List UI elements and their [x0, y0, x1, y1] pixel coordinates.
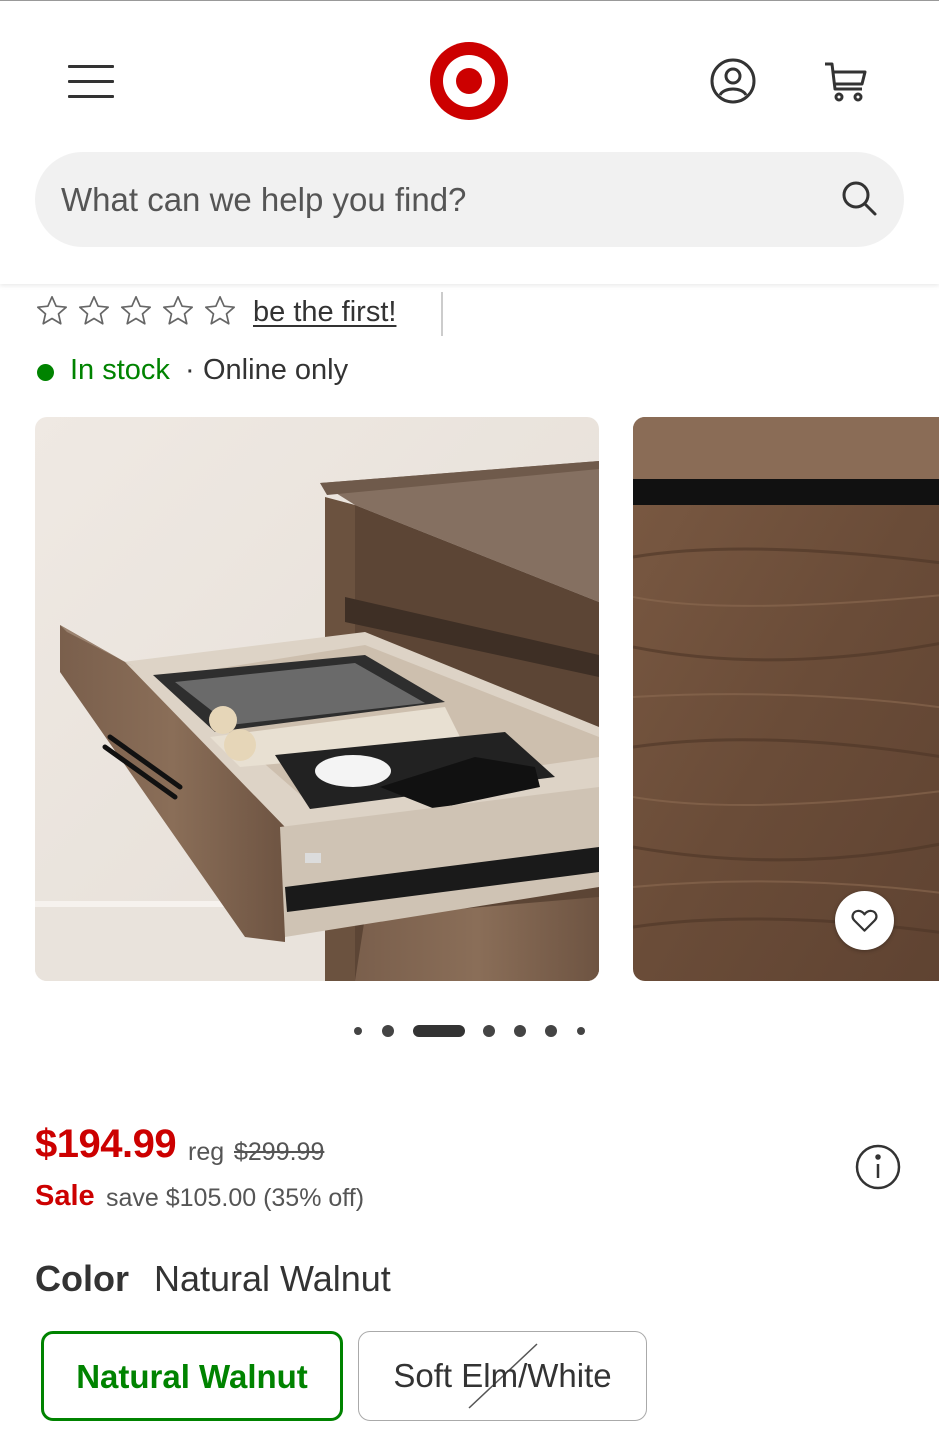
stock-status-text: In stock	[70, 354, 170, 386]
carousel-dot[interactable]	[577, 1027, 585, 1035]
search-bar[interactable]	[35, 152, 904, 247]
stock-separator: ·	[185, 354, 195, 386]
header	[0, 0, 939, 284]
selected-color: Natural Walnut	[154, 1258, 391, 1299]
availability-text: Online only	[203, 354, 349, 386]
carousel-indicator[interactable]	[350, 1020, 590, 1042]
carousel-dot[interactable]	[382, 1025, 394, 1037]
current-price: $194.99	[35, 1122, 177, 1166]
write-review-link[interactable]: be the first!	[253, 296, 396, 329]
product-image-wood-detail[interactable]	[633, 417, 939, 981]
account-icon[interactable]	[710, 58, 756, 104]
color-option-soft-elm-white[interactable]: Soft Elm/White	[358, 1331, 647, 1421]
heart-icon	[851, 909, 878, 932]
product-image-gallery[interactable]	[0, 417, 939, 981]
divider	[441, 292, 443, 336]
carousel-dot[interactable]	[545, 1025, 557, 1037]
info-icon[interactable]	[855, 1144, 901, 1190]
carousel-dot[interactable]	[483, 1025, 495, 1037]
sale-label: Sale	[35, 1180, 95, 1212]
star-empty-icon	[35, 294, 69, 328]
carousel-dot[interactable]	[514, 1025, 526, 1037]
color-option-natural-walnut[interactable]: Natural Walnut	[41, 1331, 343, 1421]
price-block: $194.99 reg $299.99 Sale save $105.00 (3…	[35, 1122, 535, 1222]
hamburger-menu-icon[interactable]	[68, 63, 116, 99]
star-empty-icon	[203, 294, 237, 328]
cart-icon[interactable]	[822, 59, 868, 105]
regular-price: $299.99	[234, 1138, 325, 1166]
reg-label: reg	[188, 1138, 225, 1166]
in-stock-dot-icon	[37, 364, 54, 381]
color-option-label: Soft Elm/White	[393, 1357, 612, 1394]
search-input[interactable]	[61, 152, 821, 247]
savings-text: save $105.00 (35% off)	[106, 1184, 365, 1212]
search-icon[interactable]	[840, 179, 880, 219]
star-empty-icon	[77, 294, 111, 328]
target-logo[interactable]	[430, 42, 508, 120]
carousel-dot-active[interactable]	[413, 1025, 465, 1037]
color-option-label: Natural Walnut	[76, 1358, 308, 1395]
carousel-dot[interactable]	[354, 1027, 362, 1035]
star-empty-icon	[119, 294, 153, 328]
color-label: Color	[35, 1258, 129, 1299]
favorite-button[interactable]	[835, 891, 894, 950]
product-image-drawer[interactable]	[35, 417, 599, 981]
rating-row: be the first!	[35, 290, 455, 336]
star-empty-icon	[161, 294, 195, 328]
